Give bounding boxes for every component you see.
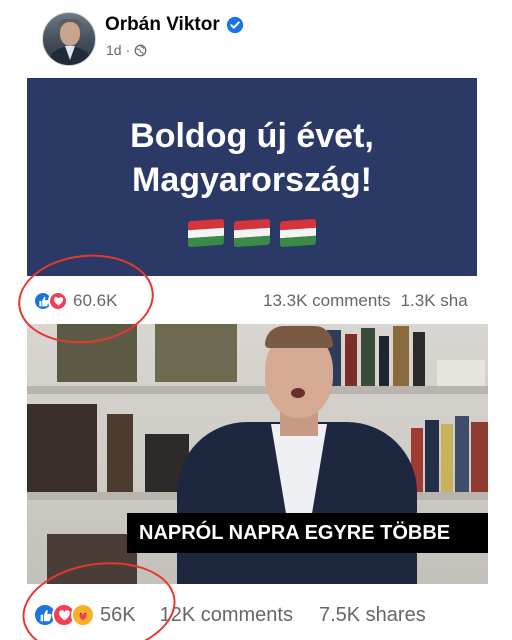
flag-row	[27, 218, 477, 248]
comments-count[interactable]: 12K comments	[160, 604, 293, 626]
globe-icon	[134, 44, 147, 56]
comments-count[interactable]: 13.3K comments	[263, 291, 391, 310]
hungarian-flag-icon	[234, 218, 270, 248]
video-player[interactable]: NAPRÓL NAPRA EGYRE TÖBBE	[27, 324, 488, 584]
hungarian-flag-icon	[188, 218, 224, 248]
shares-count[interactable]: 7.5K shares	[319, 604, 426, 626]
video-caption: NAPRÓL NAPRA EGYRE TÖBBE	[127, 513, 488, 553]
hungarian-flag-icon	[280, 218, 316, 248]
author-name[interactable]: Orbán Viktor	[105, 14, 220, 36]
post-header: Orbán Viktor 1d ·	[0, 0, 512, 70]
post-timestamp[interactable]: 1d	[106, 42, 122, 58]
verified-badge-icon	[226, 16, 243, 34]
new-year-banner-image[interactable]: Boldog új évet, Magyarország!	[27, 78, 477, 276]
banner-line-2: Magyarország!	[132, 161, 372, 199]
banner-line-1: Boldog új évet,	[130, 117, 374, 155]
shares-count[interactable]: 1.3K sha	[401, 291, 468, 310]
comments-shares: 12K comments 7.5K shares	[160, 604, 426, 627]
comments-shares: 13.3K comments 1.3K sha	[263, 291, 493, 311]
author-avatar[interactable]	[42, 12, 96, 66]
meta-separator: ·	[125, 42, 131, 58]
